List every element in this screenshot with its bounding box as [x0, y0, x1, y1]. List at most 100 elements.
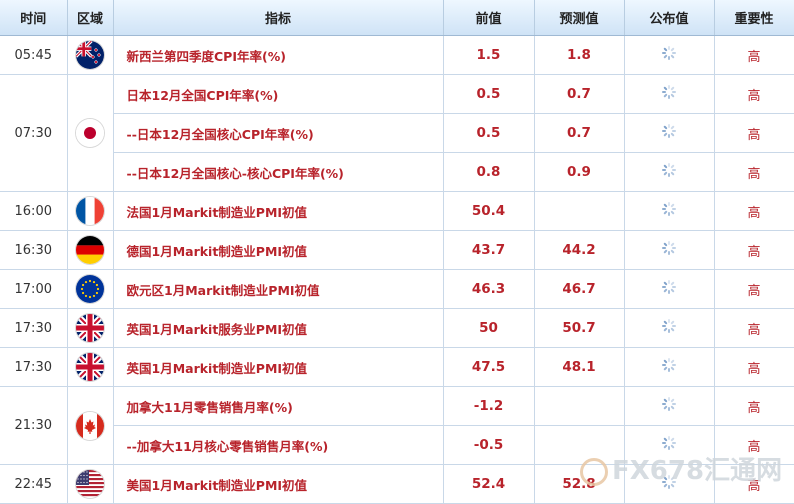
row-importance: 高	[714, 113, 794, 153]
row-indicator[interactable]: 德国1月Markit制造业PMI初值	[113, 230, 444, 270]
row-forecast: 46.7	[534, 269, 625, 309]
table-row[interactable]: --日本12月全国核心CPI年率(%) 0.5 0.7 高	[0, 113, 794, 153]
row-time: 16:00	[0, 191, 68, 231]
row-time: 17:30	[0, 308, 68, 348]
table-row[interactable]: 21:30 加拿大11月零售销售月率(%) -1.2 高	[0, 386, 794, 465]
loading-spinner-icon	[662, 241, 676, 255]
row-forecast: 0.7	[534, 74, 625, 114]
row-time: 22:45	[0, 464, 68, 504]
row-importance: 高	[714, 386, 794, 426]
loading-spinner-icon	[662, 436, 676, 450]
uk-flag-icon	[76, 353, 104, 381]
row-previous: 0.5	[443, 113, 535, 153]
eu-flag-icon	[76, 275, 104, 303]
table-row[interactable]: 05:45 新西兰第四季度CPI年率(%) 1.5 1.8 高	[0, 35, 794, 75]
row-flag	[67, 464, 114, 504]
header-importance[interactable]: 重要性	[714, 0, 794, 36]
us-flag-icon	[76, 470, 104, 498]
row-importance: 高	[714, 347, 794, 387]
row-flag	[67, 308, 114, 348]
row-indicator[interactable]: --日本12月全国核心CPI年率(%)	[113, 113, 444, 153]
row-indicator[interactable]: --加拿大11月核心零售销售月率(%)	[113, 425, 444, 465]
calendar-table: 时间 区域 指标 前值 预测值 公布值 重要性 05:45 新西兰第四季度CPI…	[0, 0, 794, 504]
row-actual	[624, 386, 715, 426]
row-forecast	[534, 386, 625, 426]
row-indicator[interactable]: 欧元区1月Markit制造业PMI初值	[113, 269, 444, 309]
row-previous: 46.3	[443, 269, 535, 309]
row-actual	[624, 347, 715, 387]
de-flag-icon	[76, 236, 104, 264]
table-row[interactable]: 16:00 法国1月Markit制造业PMI初值 50.4 高	[0, 191, 794, 231]
row-importance: 高	[714, 35, 794, 75]
row-indicator[interactable]: 加拿大11月零售销售月率(%)	[113, 386, 444, 426]
row-time: 05:45	[0, 35, 68, 75]
row-importance: 高	[714, 74, 794, 114]
row-actual	[624, 35, 715, 75]
row-flag	[67, 230, 114, 270]
header-region[interactable]: 区域	[67, 0, 114, 36]
row-time: 17:30	[0, 347, 68, 387]
loading-spinner-icon	[662, 397, 676, 411]
row-indicator[interactable]: 英国1月Markit制造业PMI初值	[113, 347, 444, 387]
table-row[interactable]: 16:30 德国1月Markit制造业PMI初值 43.7 44.2 高	[0, 230, 794, 270]
table-row[interactable]: 17:30 英国1月Markit服务业PMI初值 50 50.7 高	[0, 308, 794, 348]
row-previous: 0.5	[443, 74, 535, 114]
row-indicator[interactable]: 日本12月全国CPI年率(%)	[113, 74, 444, 114]
loading-spinner-icon	[662, 280, 676, 294]
row-time: 16:30	[0, 230, 68, 270]
row-flag	[67, 35, 114, 75]
loading-spinner-icon	[662, 319, 676, 333]
nz-flag-icon	[76, 41, 104, 69]
watermark-text: FX678汇通网	[612, 456, 783, 486]
row-forecast: 0.9	[534, 152, 625, 192]
row-actual	[624, 230, 715, 270]
row-previous: -0.5	[443, 425, 535, 465]
header-indicator[interactable]: 指标	[113, 0, 444, 36]
jp-flag-icon	[76, 119, 104, 147]
row-time: 17:00	[0, 269, 68, 309]
loading-spinner-icon	[662, 163, 676, 177]
loading-spinner-icon	[662, 124, 676, 138]
row-flag	[67, 269, 114, 309]
table-row[interactable]: --日本12月全国核心-核心CPI年率(%) 0.8 0.9 高	[0, 152, 794, 192]
row-indicator[interactable]: 英国1月Markit服务业PMI初值	[113, 308, 444, 348]
watermark-logo: FX678汇通网	[580, 450, 782, 487]
row-importance: 高	[714, 308, 794, 348]
row-forecast: 0.7	[534, 113, 625, 153]
loading-spinner-icon	[662, 46, 676, 60]
table-row[interactable]: 17:30 英国1月Markit制造业PMI初值 47.5 48.1 高	[0, 347, 794, 387]
row-actual	[624, 191, 715, 231]
row-forecast	[534, 191, 625, 231]
row-actual	[624, 308, 715, 348]
row-indicator[interactable]: --日本12月全国核心-核心CPI年率(%)	[113, 152, 444, 192]
header-actual[interactable]: 公布值	[624, 0, 715, 36]
row-forecast: 50.7	[534, 308, 625, 348]
header-forecast[interactable]: 预测值	[534, 0, 625, 36]
row-forecast: 44.2	[534, 230, 625, 270]
table-row[interactable]: 07:30 日本12月全国CPI年率(%) 0.5 0.7 高	[0, 74, 794, 192]
row-time: 21:30	[0, 386, 68, 465]
header-time[interactable]: 时间	[0, 0, 68, 36]
header-previous[interactable]: 前值	[443, 0, 535, 36]
row-previous: 50.4	[443, 191, 535, 231]
row-previous: -1.2	[443, 386, 535, 426]
row-indicator[interactable]: 法国1月Markit制造业PMI初值	[113, 191, 444, 231]
uk-flag-icon	[76, 314, 104, 342]
row-actual	[624, 113, 715, 153]
row-previous: 47.5	[443, 347, 535, 387]
row-actual	[624, 269, 715, 309]
row-previous: 52.4	[443, 464, 535, 504]
row-indicator[interactable]: 美国1月Markit制造业PMI初值	[113, 464, 444, 504]
row-indicator[interactable]: 新西兰第四季度CPI年率(%)	[113, 35, 444, 75]
row-actual	[624, 152, 715, 192]
row-flag	[67, 74, 114, 192]
table-row[interactable]: 17:00 欧元区1月Markit制造业PMI初值 46.3 46.7 高	[0, 269, 794, 309]
row-forecast: 48.1	[534, 347, 625, 387]
row-time: 07:30	[0, 74, 68, 192]
row-flag	[67, 386, 114, 465]
row-flag	[67, 347, 114, 387]
row-previous: 1.5	[443, 35, 535, 75]
row-importance: 高	[714, 191, 794, 231]
row-importance: 高	[714, 152, 794, 192]
loading-spinner-icon	[662, 202, 676, 216]
